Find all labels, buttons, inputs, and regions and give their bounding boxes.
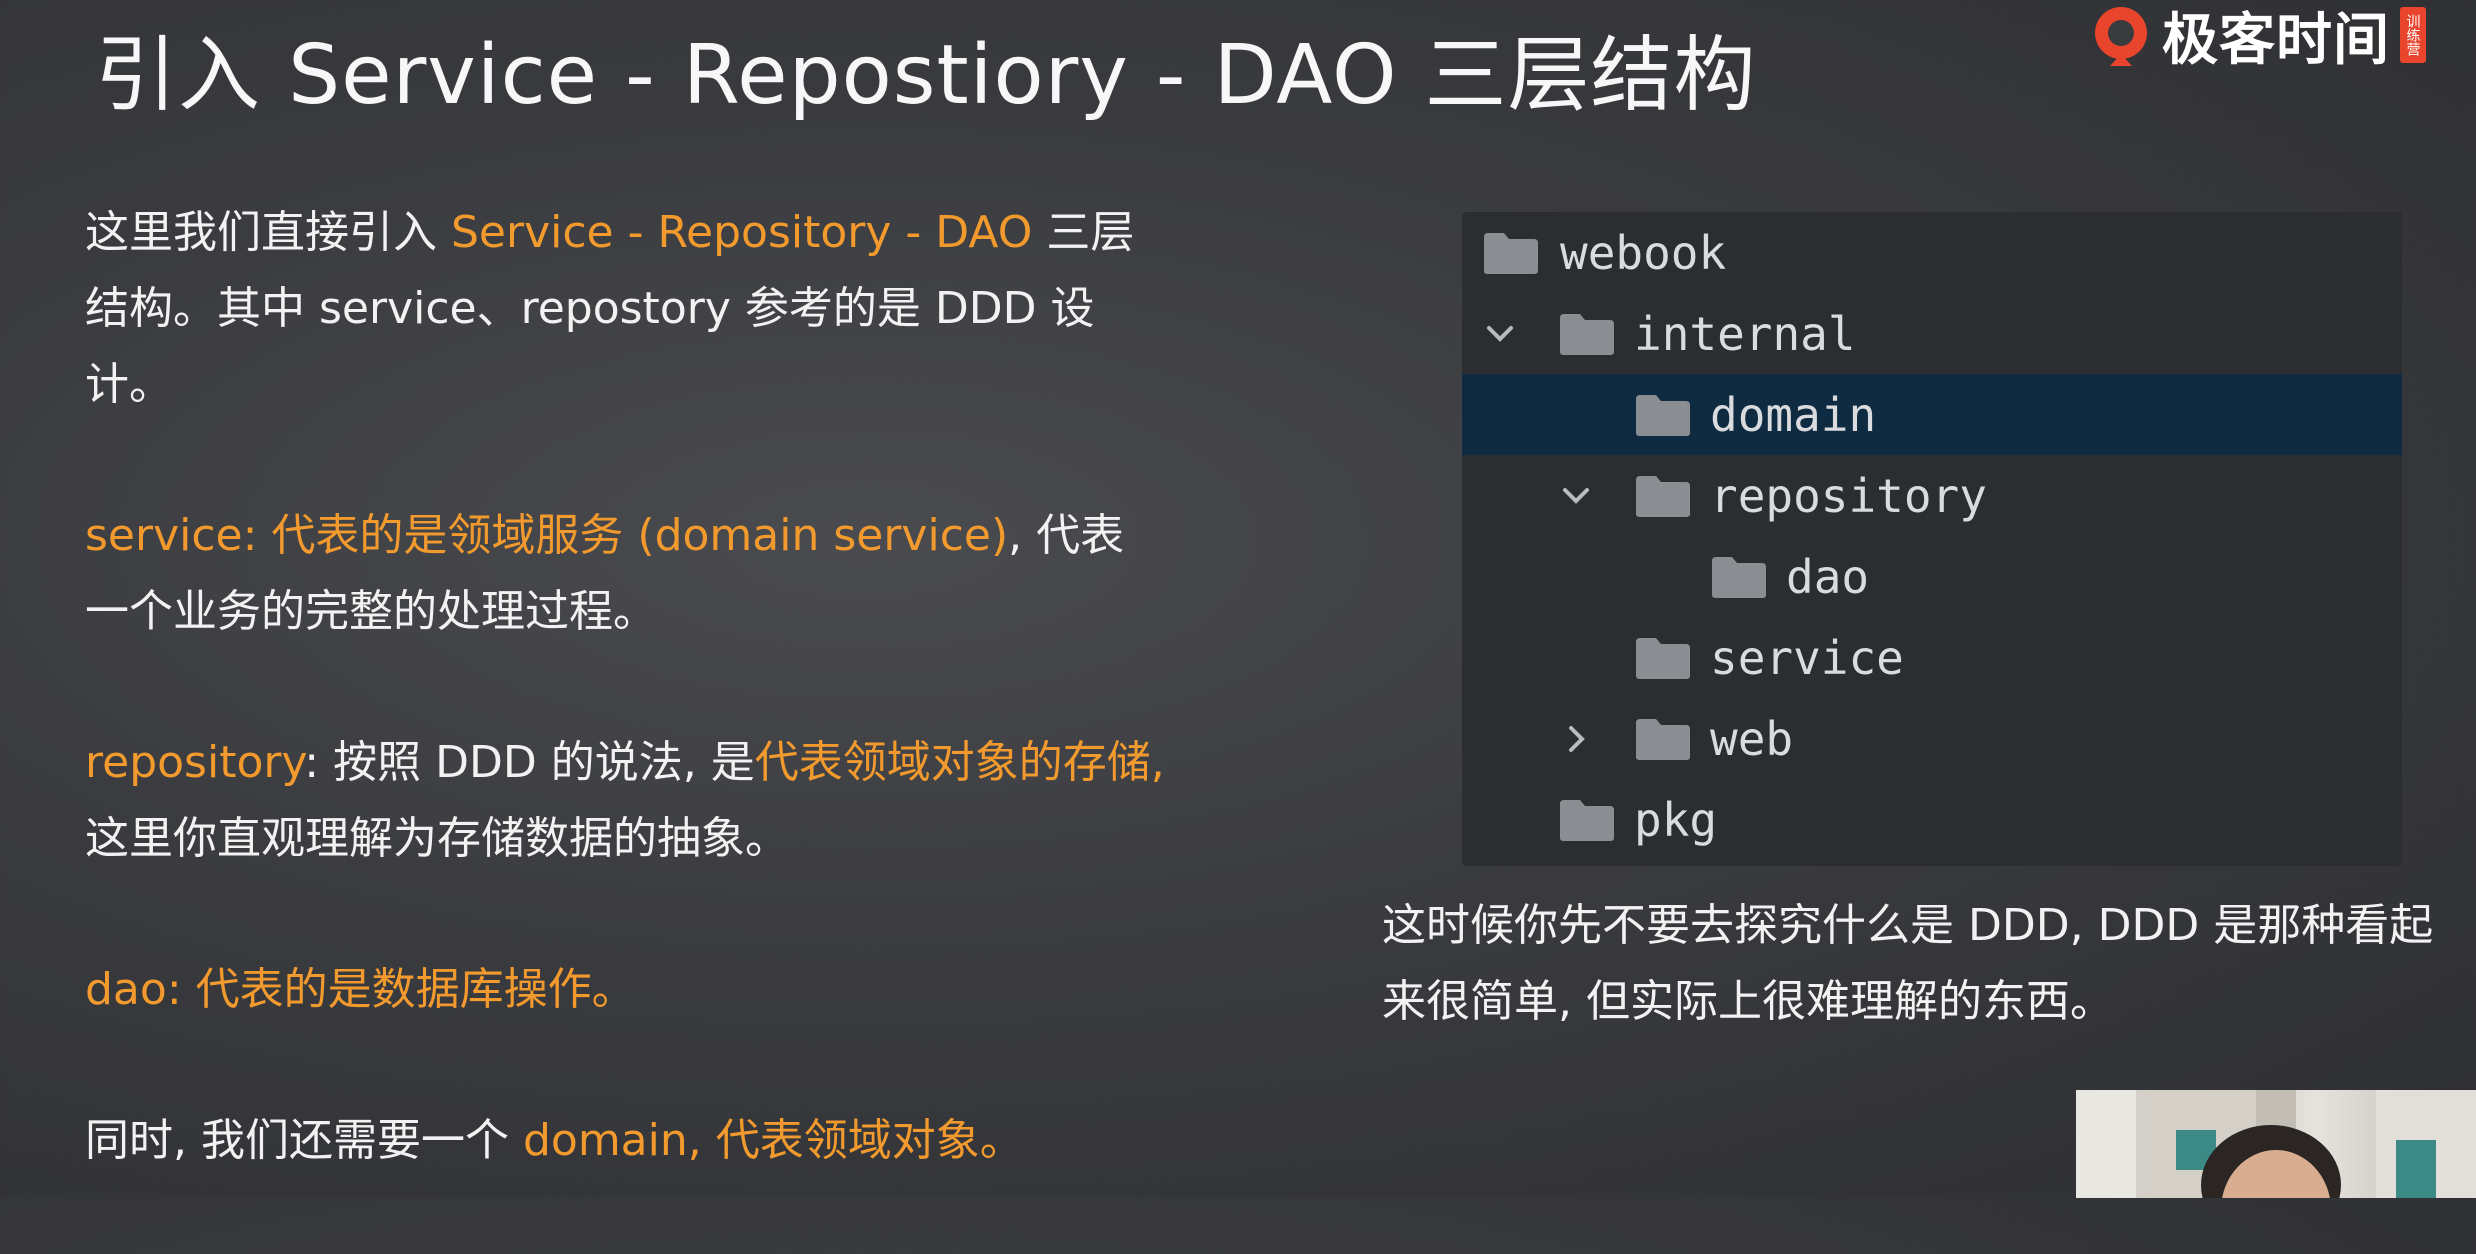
intro-text: 这里我们直接引入 bbox=[85, 207, 451, 258]
brand-name: 极客时间 bbox=[2162, 7, 2390, 73]
tree-item-label: service bbox=[1710, 630, 1904, 685]
tree-item-label: web bbox=[1710, 711, 1794, 766]
repository-desc: 这里你直观理解为存储数据的抽象。 bbox=[85, 813, 789, 864]
tree-caption: 这时候你先不要去探究什么是 DDD, DDD 是那种看起来很简单, 但实际上很难… bbox=[1382, 900, 2434, 1027]
repository-term: repository bbox=[85, 737, 305, 788]
chevron-down-icon[interactable] bbox=[1556, 476, 1596, 516]
tree-item-repository[interactable]: repository bbox=[1462, 455, 2402, 536]
slide-title: 引入 Service - Repostiory - DAO 三层结构 bbox=[95, 28, 1757, 123]
tree-item-pkg[interactable]: pkg bbox=[1462, 779, 2402, 860]
service-term: service: 代表的是领域服务 (domain service) bbox=[85, 510, 1009, 561]
tree-item-label: repository bbox=[1710, 468, 1987, 523]
dao-term: dao: 代表的是数据库操作。 bbox=[85, 964, 636, 1015]
domain-note-highlight: domain, 代表领域对象。 bbox=[522, 1115, 1024, 1166]
intro-highlight: Service - Repository - DAO bbox=[451, 207, 1033, 258]
repository-definition: repository: 按照 DDD 的说法, 是代表领域对象的存储, 这里你直… bbox=[85, 725, 1165, 877]
tree-item-dao[interactable]: dao bbox=[1462, 536, 2402, 617]
tree-item-service[interactable]: service bbox=[1462, 617, 2402, 698]
chevron-down-icon[interactable] bbox=[1480, 314, 1520, 354]
service-definition: service: 代表的是领域服务 (domain service), 代表一个… bbox=[85, 498, 1165, 650]
folder-icon bbox=[1484, 232, 1538, 274]
tree-item-web[interactable]: web bbox=[1462, 698, 2402, 779]
geektime-logo-icon bbox=[2095, 7, 2147, 66]
domain-note: 同时, 我们还需要一个 domain, 代表领域对象。 bbox=[85, 1103, 1165, 1179]
tree-item-domain[interactable]: domain bbox=[1462, 374, 2402, 455]
repository-term2: 代表领域对象的存储, bbox=[754, 737, 1165, 788]
project-file-tree: webook internal domain repository dao se… bbox=[1462, 212, 2402, 866]
chevron-right-icon[interactable] bbox=[1556, 719, 1596, 759]
dao-definition: dao: 代表的是数据库操作。 bbox=[85, 952, 1165, 1028]
domain-note-text: 同时, 我们还需要一个 bbox=[85, 1115, 523, 1166]
folder-icon bbox=[1636, 475, 1690, 517]
folder-icon bbox=[1560, 313, 1614, 355]
folder-icon bbox=[1636, 718, 1690, 760]
brand-badge: 训练营 bbox=[2400, 7, 2426, 63]
tree-item-internal[interactable]: internal bbox=[1462, 293, 2402, 374]
folder-icon bbox=[1636, 394, 1690, 436]
tree-item-label: internal bbox=[1634, 306, 1856, 361]
tree-item-label: pkg bbox=[1634, 792, 1718, 847]
folder-icon bbox=[1560, 799, 1614, 841]
slide-body: 这里我们直接引入 Service - Repository - DAO 三层结构… bbox=[85, 195, 1165, 1254]
tree-item-webook[interactable]: webook bbox=[1462, 212, 2402, 293]
folder-icon bbox=[1712, 556, 1766, 598]
intro-paragraph: 这里我们直接引入 Service - Repository - DAO 三层结构… bbox=[85, 195, 1165, 423]
repository-mid: : 按照 DDD 的说法, 是 bbox=[304, 737, 755, 788]
folder-icon bbox=[1636, 637, 1690, 679]
brand-logo-group: 极客时间 训练营 bbox=[2090, 0, 2426, 73]
presenter-webcam bbox=[2076, 1090, 2476, 1198]
tree-item-label: dao bbox=[1786, 549, 1870, 604]
tree-item-label: webook bbox=[1560, 225, 1727, 280]
presenter-video-frame bbox=[2076, 1090, 2476, 1198]
tree-item-label: domain bbox=[1710, 387, 1877, 442]
